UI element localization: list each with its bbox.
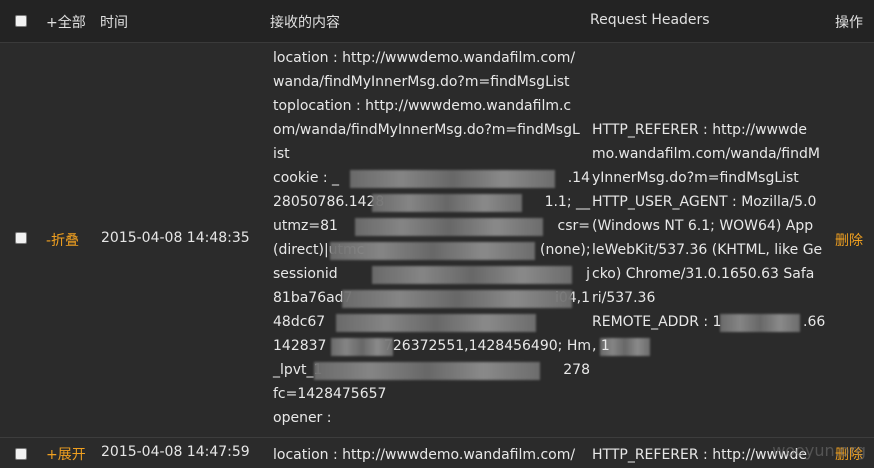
header-line: REMOTE_ADDR : 1 (592, 314, 722, 330)
redaction-block (355, 218, 543, 236)
redaction-block (330, 242, 535, 260)
row-time: 2015-04-08 14:47:59 (101, 444, 250, 460)
headers-tail: .66 (803, 310, 833, 334)
headers-column-header: Request Headers (590, 12, 710, 28)
action-column-header: 操作 (835, 15, 863, 31)
content-column-header: 接收的内容 (270, 15, 340, 31)
content-tail-line: csr= (557, 218, 590, 234)
redaction-block (372, 194, 522, 212)
time-column-header: 时间 (100, 15, 128, 31)
row-checkbox[interactable] (15, 232, 27, 244)
table-header: +全部 时间 接收的内容 Request Headers 操作 (0, 0, 874, 43)
header-line: yInnerMsg.do?m=findMsgList (592, 170, 799, 186)
content-line: om/wanda/findMyInnerMsg.do?m=findMsgL (273, 122, 580, 138)
expand-toggle[interactable]: +展开 (46, 444, 86, 464)
redaction-block (331, 338, 393, 356)
table-row: +展开 2015-04-08 14:47:59 location : http:… (0, 438, 874, 468)
content-tail-line: 1.1; __ (544, 194, 590, 210)
row-time: 2015-04-08 14:48:35 (101, 230, 250, 246)
content-tail-third: 278 (540, 358, 590, 382)
redaction-block (372, 266, 572, 284)
redaction-block (336, 314, 536, 332)
request-headers: HTTP_REFERER : http://wwwde mo.wandafilm… (592, 118, 832, 358)
content-line: wanda/findMyInnerMsg.do?m=findMsgList (273, 74, 570, 90)
redaction-block (342, 290, 572, 308)
table-row: -折叠 2015-04-08 14:48:35 location : http:… (0, 42, 874, 438)
content-line: ist (273, 146, 290, 162)
header-line: HTTP_USER_AGENT : Mozilla/5.0 (592, 194, 817, 210)
header-line: leWebKit/537.36 (KHTML, like Ge (592, 242, 823, 258)
header-tail-line: .66 (803, 314, 826, 330)
header-line: mo.wandafilm.com/wanda/findM (592, 146, 820, 162)
received-content-first-line: location : http://wwwdemo.wandafilm.com/ (273, 447, 576, 463)
header-line: ri/537.36 (592, 290, 656, 306)
redaction-block (314, 362, 540, 380)
redaction-block (350, 170, 555, 188)
header-line: (Windows NT 6.1; WOW64) App (592, 218, 814, 234)
header-line: , 1 (592, 338, 610, 354)
delete-button[interactable]: 删除 (835, 230, 863, 250)
content-line: toplocation : http://wwwdemo.wandafilm.c (273, 98, 572, 114)
content-line: opener : (273, 410, 332, 426)
select-all-checkbox[interactable] (15, 15, 27, 27)
content-line: fc=1428475657 (273, 386, 387, 402)
select-all-toggle[interactable]: +全部 (46, 12, 86, 32)
content-tail-line: 278 (563, 362, 590, 378)
collapse-toggle[interactable]: -折叠 (46, 230, 79, 250)
row-checkbox[interactable] (15, 448, 27, 460)
content-line: location : http://wwwdemo.wandafilm.com/ (273, 50, 576, 66)
header-line: HTTP_REFERER : http://wwwde (592, 122, 807, 138)
watermark: wooyun.org (772, 441, 866, 460)
records-table: +全部 时间 接收的内容 Request Headers 操作 -折叠 2015… (0, 0, 874, 468)
header-line: cko) Chrome/31.0.1650.63 Safa (592, 266, 815, 282)
